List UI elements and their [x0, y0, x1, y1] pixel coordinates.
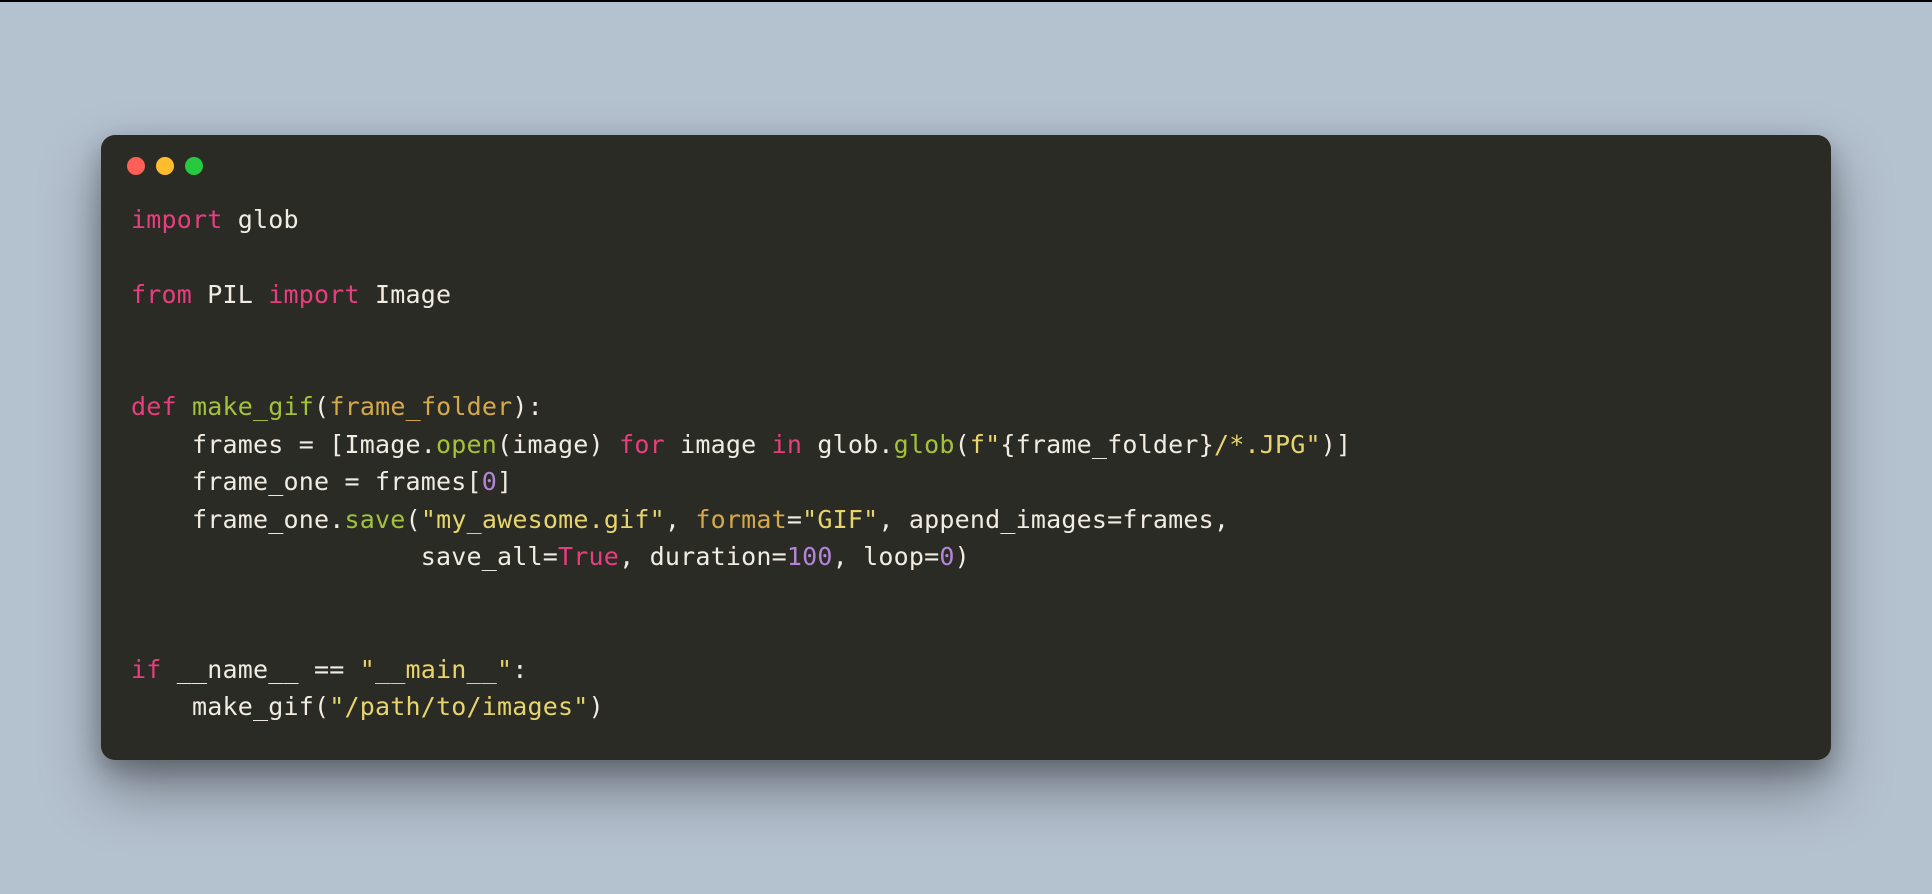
code-token: ):	[512, 392, 543, 421]
code-token: def	[131, 392, 177, 421]
code-token: make_gif(	[131, 692, 329, 721]
code-token: )	[955, 542, 970, 571]
code-token: save_all=	[131, 542, 558, 571]
code-block: import glob from PIL import Image def ma…	[101, 175, 1831, 760]
code-window: import glob from PIL import Image def ma…	[101, 135, 1831, 760]
code-token	[177, 392, 192, 421]
code-token: PIL	[192, 280, 268, 309]
code-token: "GIF"	[802, 505, 878, 534]
code-token: 100	[787, 542, 833, 571]
code-token: for	[619, 430, 665, 459]
code-token: , append_images=frames,	[878, 505, 1229, 534]
code-token: =	[787, 505, 802, 534]
code-token: )]	[1321, 430, 1352, 459]
code-token: {frame_folder}	[1000, 430, 1214, 459]
code-token: glob.	[802, 430, 894, 459]
code-token: from	[131, 280, 192, 309]
code-token: format	[695, 505, 787, 534]
code-token: "my_awesome.gif"	[421, 505, 665, 534]
code-token: open	[436, 430, 497, 459]
code-token: (image)	[497, 430, 619, 459]
code-token: frame_one.	[131, 505, 345, 534]
code-token: save	[345, 505, 406, 534]
code-token: ,	[665, 505, 696, 534]
code-token: True	[558, 542, 619, 571]
code-token: ]	[497, 467, 512, 496]
code-token: frames = [Image.	[131, 430, 436, 459]
maximize-icon[interactable]	[185, 157, 203, 175]
code-token: 0	[939, 542, 954, 571]
code-token: (	[955, 430, 970, 459]
code-token: if	[131, 655, 162, 684]
code-token: make_gif	[192, 392, 314, 421]
code-token: (	[314, 392, 329, 421]
code-token: import	[131, 205, 223, 234]
minimize-icon[interactable]	[156, 157, 174, 175]
code-token: __name__ ==	[162, 655, 360, 684]
code-token: , loop=	[833, 542, 940, 571]
code-token: 0	[482, 467, 497, 496]
code-token: image	[665, 430, 772, 459]
code-token: frame_folder	[329, 392, 512, 421]
code-token: frame_one = frames[	[131, 467, 482, 496]
code-token: )	[589, 692, 604, 721]
code-token: f"	[970, 430, 1001, 459]
code-token: :	[512, 655, 527, 684]
code-token: glob	[894, 430, 955, 459]
code-token: "/path/to/images"	[329, 692, 588, 721]
code-token: in	[772, 430, 803, 459]
code-token: glob	[223, 205, 299, 234]
code-token: (	[406, 505, 421, 534]
window-titlebar	[101, 135, 1831, 175]
code-token: Image	[360, 280, 452, 309]
code-token: import	[268, 280, 360, 309]
code-token: , duration=	[619, 542, 787, 571]
code-token: "__main__"	[360, 655, 513, 684]
close-icon[interactable]	[127, 157, 145, 175]
code-token: /*.JPG"	[1214, 430, 1321, 459]
